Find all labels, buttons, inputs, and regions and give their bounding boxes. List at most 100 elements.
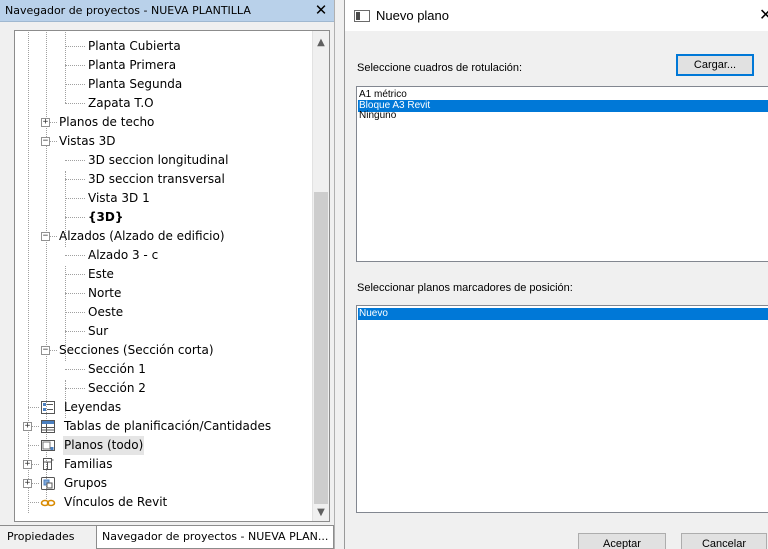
tree-guide-line bbox=[28, 31, 29, 513]
tree-item-planta-primera[interactable]: Planta Primera bbox=[87, 56, 177, 75]
tree-item-label: Planos de techo bbox=[59, 115, 155, 129]
tree-item-secciones-seccion-corta[interactable]: Secciones (Sección corta) bbox=[58, 341, 215, 360]
tree-item-label: Sur bbox=[88, 324, 109, 338]
expand-icon[interactable]: + bbox=[41, 118, 50, 127]
tree-item-planos-de-techo[interactable]: Planos de techo bbox=[58, 113, 155, 132]
dialog-close-icon[interactable]: ✕ bbox=[759, 5, 768, 25]
tree-item-familias[interactable]: Familias bbox=[63, 455, 113, 474]
tree-item-oeste[interactable]: Oeste bbox=[87, 303, 124, 322]
browser-tabs: Propiedades Navegador de proyectos - NUE… bbox=[0, 525, 335, 549]
tree-item-label: 3D seccion longitudinal bbox=[88, 153, 229, 167]
tree-item-planta-cubierta[interactable]: Planta Cubierta bbox=[87, 37, 182, 56]
tree-item-alzados-alzado-de-edificio[interactable]: Alzados (Alzado de edificio) bbox=[58, 227, 226, 246]
placeholder-sheets-list[interactable]: Nuevo bbox=[356, 305, 768, 513]
tree-connector bbox=[65, 388, 85, 389]
scrollbar-thumb[interactable] bbox=[314, 192, 328, 504]
tree-item-label: Planta Segunda bbox=[88, 77, 183, 91]
tree-connector bbox=[65, 331, 85, 332]
new-sheet-dialog: Nuevo plano ✕ Seleccione cuadros de rotu… bbox=[344, 0, 768, 549]
tree-connector bbox=[65, 179, 85, 180]
tree-connector bbox=[65, 274, 85, 275]
sheet-icon bbox=[354, 10, 370, 22]
dialog-titlebar[interactable]: Nuevo plano ✕ bbox=[345, 0, 768, 31]
collapse-icon[interactable]: − bbox=[41, 346, 50, 355]
tab-project-browser[interactable]: Navegador de proyectos - NUEVA PLAN... bbox=[96, 526, 335, 549]
expand-icon[interactable]: + bbox=[23, 479, 32, 488]
tree-item-planta-segunda[interactable]: Planta Segunda bbox=[87, 75, 183, 94]
tree-connector bbox=[65, 255, 85, 256]
tree-item-label: Alzado 3 - c bbox=[88, 248, 159, 262]
tree-connector bbox=[65, 312, 85, 313]
expand-icon[interactable]: + bbox=[23, 422, 32, 431]
tree-connector bbox=[65, 65, 85, 66]
groups-icon bbox=[40, 476, 56, 491]
tab-properties[interactable]: Propiedades bbox=[2, 526, 79, 549]
tree-connector bbox=[65, 293, 85, 294]
project-browser-tree[interactable]: Planta Cubierta Planta Primera Planta Segu… bbox=[14, 30, 330, 522]
tree-item-vinculos-de-revit[interactable]: Vínculos de Revit bbox=[63, 493, 168, 512]
title-block-option[interactable]: Ninguno bbox=[358, 110, 768, 122]
expand-icon[interactable]: + bbox=[23, 460, 32, 469]
tree-item-label: {3D} bbox=[88, 210, 124, 224]
tree-connector bbox=[65, 46, 85, 47]
tree-item-tablas-de-planificacion-cantidades[interactable]: Tablas de planificación/Cantidades bbox=[63, 417, 272, 436]
tree-item-vistas-3d[interactable]: Vistas 3D bbox=[58, 132, 117, 151]
tree-item-label: Planta Cubierta bbox=[88, 39, 181, 53]
tree-item-label: Leyendas bbox=[64, 400, 122, 414]
tree-item-seccion-2[interactable]: Sección 2 bbox=[87, 379, 147, 398]
placeholder-sheet-option[interactable]: Nuevo bbox=[358, 308, 768, 320]
title-blocks-list[interactable]: A1 métrico Bloque A3 Revit Ninguno bbox=[356, 86, 768, 262]
tree-item-alzado-3-c[interactable]: Alzado 3 - c bbox=[87, 246, 159, 265]
tree-item-label: Vista 3D 1 bbox=[88, 191, 150, 205]
tree-connector bbox=[65, 103, 85, 104]
tree-item-label: Vínculos de Revit bbox=[64, 495, 168, 509]
load-button[interactable]: Cargar... bbox=[676, 54, 754, 76]
tree-item-este[interactable]: Este bbox=[87, 265, 115, 284]
tree-connector bbox=[65, 369, 85, 370]
scroll-down-arrow-icon[interactable]: ▼ bbox=[313, 504, 329, 521]
project-browser-titlebar[interactable]: Navegador de proyectos - NUEVA PLANTILLA… bbox=[0, 0, 334, 22]
vertical-scrollbar[interactable]: ▲ ▼ bbox=[312, 31, 329, 521]
tree-connector bbox=[28, 502, 39, 503]
title-blocks-label: Seleccione cuadros de rotulación: bbox=[357, 62, 523, 74]
tree-item-grupos[interactable]: Grupos bbox=[63, 474, 108, 493]
tree-item-zapata-t-o[interactable]: Zapata T.O bbox=[87, 94, 155, 113]
legend-icon bbox=[40, 400, 56, 415]
tree-connector bbox=[65, 84, 85, 85]
tree-item-norte[interactable]: Norte bbox=[87, 284, 122, 303]
tree-item-vista-3d-1[interactable]: Vista 3D 1 bbox=[87, 189, 151, 208]
tree-item-3d[interactable]: {3D} bbox=[87, 208, 124, 227]
tree-item-seccion-1[interactable]: Sección 1 bbox=[87, 360, 147, 379]
project-browser-title: Navegador de proyectos - NUEVA PLANTILLA bbox=[5, 4, 251, 17]
tree-item-label: Planos (todo) bbox=[63, 436, 145, 455]
revit-links-icon bbox=[40, 495, 56, 510]
tree-item-label: Grupos bbox=[64, 476, 108, 490]
tree-item-label: Norte bbox=[88, 286, 122, 300]
schedule-icon bbox=[40, 419, 56, 434]
tree-item-label: Sección 1 bbox=[88, 362, 146, 376]
panel-splitter[interactable] bbox=[334, 0, 344, 549]
sheets-icon bbox=[40, 438, 56, 453]
tree-item-label: Zapata T.O bbox=[88, 96, 154, 110]
collapse-icon[interactable]: − bbox=[41, 232, 50, 241]
tree-guide-line bbox=[65, 31, 66, 103]
tree-connector bbox=[28, 407, 39, 408]
tree-connector bbox=[65, 198, 85, 199]
tree-content: Planta Cubierta Planta Primera Planta Segu… bbox=[15, 31, 314, 521]
tree-item-planos-todo[interactable]: Planos (todo) bbox=[63, 436, 145, 455]
cancel-button[interactable]: Cancelar bbox=[681, 533, 767, 549]
ok-button[interactable]: Aceptar bbox=[578, 533, 666, 549]
tree-item-label: Tablas de planificación/Cantidades bbox=[64, 419, 272, 433]
placeholders-label: Seleccionar planos marcadores de posició… bbox=[357, 282, 573, 294]
tree-item-label: Este bbox=[88, 267, 114, 281]
collapse-icon[interactable]: − bbox=[41, 137, 50, 146]
close-icon[interactable]: ✕ bbox=[312, 1, 330, 19]
tree-item-3d-seccion-transversal[interactable]: 3D seccion transversal bbox=[87, 170, 226, 189]
tree-item-label: Vistas 3D bbox=[59, 134, 116, 148]
tree-item-label: Familias bbox=[64, 457, 113, 471]
tree-item-leyendas[interactable]: Leyendas bbox=[63, 398, 122, 417]
scroll-up-arrow-icon[interactable]: ▲ bbox=[313, 34, 329, 51]
tree-item-sur[interactable]: Sur bbox=[87, 322, 109, 341]
tree-connector bbox=[65, 217, 85, 218]
tree-item-3d-seccion-longitudinal[interactable]: 3D seccion longitudinal bbox=[87, 151, 229, 170]
